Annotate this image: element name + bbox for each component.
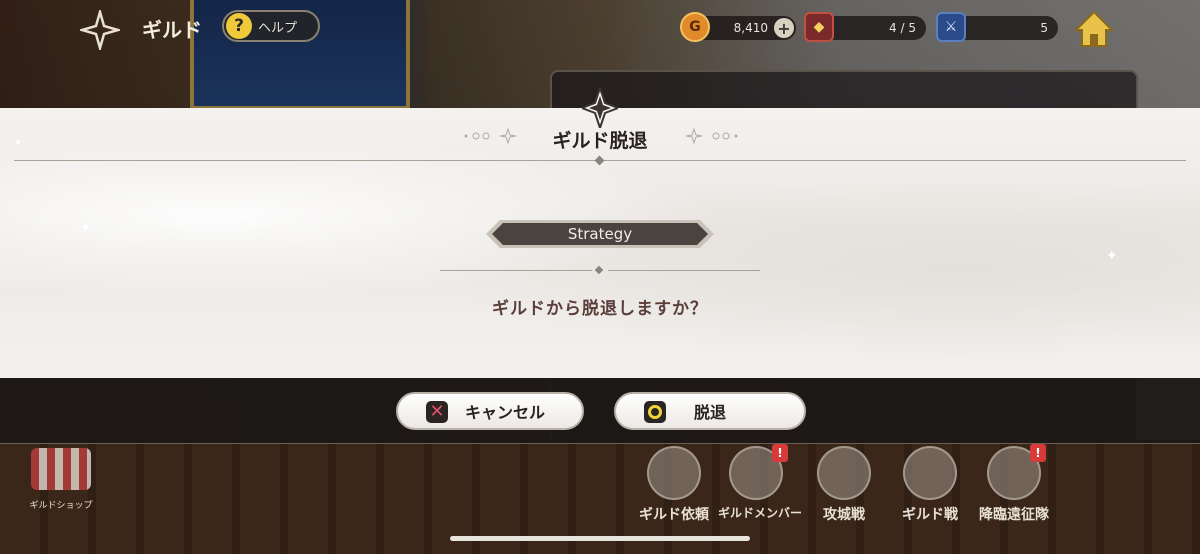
menu-label: ギルド戦	[902, 507, 958, 523]
menu-guild-members[interactable]: ! ギルドメンバー	[718, 444, 803, 521]
battles-value: 5	[1040, 21, 1048, 35]
guild-crest-icon: ◆	[804, 12, 834, 42]
sparkle-icon: ✦	[80, 220, 92, 236]
top-bar: ギルド ? ヘルプ G 8,410 + ◆ 4 / 5 ⚔ 5	[0, 0, 1200, 56]
leave-guild-button[interactable]: 脱退	[614, 392, 806, 430]
cancel-label: キャンセル	[464, 403, 545, 422]
sparkle-icon: ✦	[1106, 248, 1118, 264]
cross-key-icon: ✕	[426, 401, 448, 423]
members-value: 4 / 5	[889, 21, 916, 35]
dialog-title: ギルド脱退	[552, 130, 648, 152]
page-title: ギルド	[142, 18, 202, 42]
home-indicator	[450, 536, 750, 541]
leave-guild-dialog: ギルド脱退 Strategy ギルドから脱退しますか？ ✦ ✦ ✦	[0, 108, 1200, 378]
menu-guild-requests[interactable]: ギルド依頼	[636, 446, 712, 524]
battle-counter: ⚔ 5	[936, 12, 1058, 42]
sparkle-icon: ✦	[14, 138, 23, 149]
scroll-icon	[647, 446, 701, 500]
guild-shop-label: ギルドショップ	[29, 501, 93, 511]
menu-label: 攻城戦	[823, 507, 865, 523]
shop-stall-icon	[31, 448, 91, 490]
gold-coin-icon: G	[680, 12, 710, 42]
gold-value: 8,410	[733, 21, 768, 35]
menu-label: ギルドメンバー	[718, 506, 803, 520]
subtitle-divider-diamond	[594, 265, 604, 275]
dialog-button-bar: ✕ キャンセル 脱退	[0, 378, 1200, 444]
menu-label: 降臨遠征隊	[979, 507, 1049, 523]
title-ornament-right	[685, 128, 738, 144]
guild-name: Strategy	[567, 225, 633, 243]
leave-label: 脱退	[693, 403, 726, 422]
menu-guild-war[interactable]: ギルド戦	[892, 446, 968, 524]
help-label: ヘルプ	[258, 20, 298, 36]
menu-expedition[interactable]: ! 降臨遠征隊	[976, 444, 1052, 524]
crossed-swords-icon: ⚔	[936, 12, 966, 42]
question-icon: ?	[226, 13, 252, 39]
menu-siege[interactable]: 攻城戦	[806, 446, 882, 524]
member-counter: ◆ 4 / 5	[804, 12, 926, 42]
add-gold-button[interactable]: +	[774, 18, 794, 38]
guild-shop-button[interactable]: ギルドショップ	[26, 448, 96, 511]
circle-key-icon	[644, 401, 666, 423]
subtitle-divider-left	[440, 270, 592, 271]
home-icon[interactable]	[1072, 8, 1116, 52]
back-icon[interactable]	[80, 10, 120, 50]
gold-counter: G 8,410 +	[680, 12, 796, 42]
subtitle-divider-right	[608, 270, 760, 271]
alert-badge: !	[772, 444, 788, 462]
alert-badge: !	[1030, 444, 1046, 462]
divider-diamond	[594, 155, 605, 166]
castle-gate-icon	[817, 446, 871, 500]
menu-label: ギルド依頼	[639, 507, 709, 523]
dialog-top-gem-icon	[582, 88, 618, 128]
castle-icon	[903, 446, 957, 500]
cancel-button[interactable]: ✕ キャンセル	[396, 392, 584, 430]
help-button[interactable]: ? ヘルプ	[222, 10, 320, 42]
confirmation-message: ギルドから脱退しますか？	[492, 299, 708, 319]
